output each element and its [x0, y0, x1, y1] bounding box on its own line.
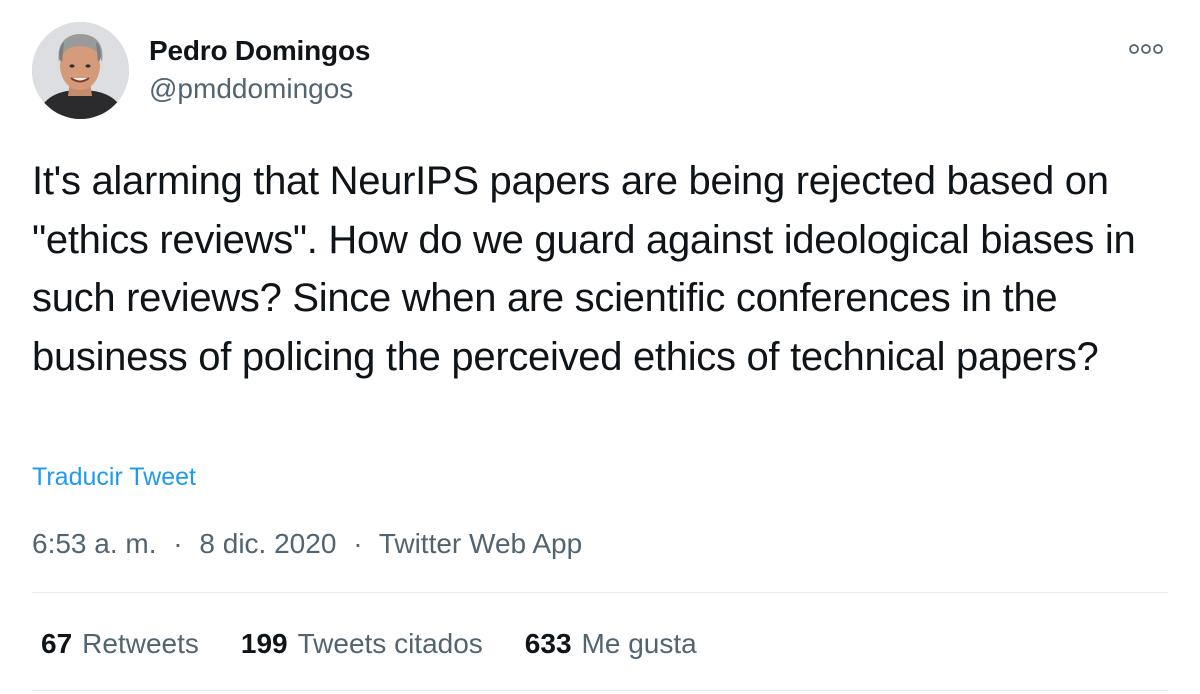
likes-label: Me gusta: [581, 628, 697, 659]
more-options-button[interactable]: [1124, 34, 1168, 64]
meta-separator: ·: [173, 528, 183, 559]
author-name[interactable]: Pedro Domingos: [149, 34, 370, 68]
retweets-label: Retweets: [82, 628, 199, 659]
avatar-photo: [32, 22, 129, 119]
more-dots-icon: [1129, 44, 1163, 54]
meta-separator: ·: [353, 528, 363, 559]
retweets-count: 67: [41, 628, 73, 659]
tweet-stats: 67 Retweets 199 Tweets citados 633 Me gusta: [41, 626, 697, 662]
translate-tweet-link[interactable]: Traducir Tweet: [32, 461, 196, 493]
tweet-card: Pedro Domingos @pmddomingos It's alarmin…: [0, 0, 1200, 694]
quotes-stat[interactable]: 199 Tweets citados: [241, 626, 483, 662]
likes-stat[interactable]: 633 Me gusta: [525, 626, 697, 662]
quotes-count: 199: [240, 628, 288, 659]
divider: [32, 592, 1168, 593]
tweet-text: It's alarming that NeurIPS papers are be…: [32, 159, 1136, 379]
avatar[interactable]: [32, 22, 129, 119]
quotes-label: Tweets citados: [297, 628, 483, 659]
tweet-source[interactable]: Twitter Web App: [379, 528, 582, 559]
retweets-stat[interactable]: 67 Retweets: [41, 626, 199, 662]
tweet-time[interactable]: 6:53 a. m.: [32, 528, 157, 559]
author-handle[interactable]: @pmddomingos: [149, 72, 353, 106]
likes-count: 633: [524, 628, 572, 659]
tweet-metadata: 6:53 a. m. · 8 dic. 2020 · Twitter Web A…: [32, 526, 582, 562]
tweet-date[interactable]: 8 dic. 2020: [199, 528, 336, 559]
divider: [32, 690, 1168, 691]
